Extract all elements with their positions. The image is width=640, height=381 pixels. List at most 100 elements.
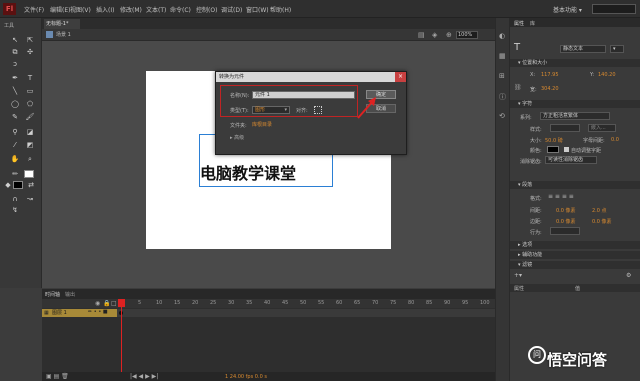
pen-tool-icon[interactable]: ✒ <box>10 74 20 83</box>
bone-tool-icon[interactable]: ⚲ <box>10 128 20 137</box>
stroke-color-icon[interactable]: ✏ <box>10 170 20 179</box>
frames-row[interactable] <box>117 309 495 317</box>
frame-number: 35 <box>246 300 253 306</box>
menu-item-5[interactable]: 文本(T) <box>146 5 166 14</box>
document-tab[interactable]: 无标题-1* <box>44 19 80 29</box>
behavior-select[interactable] <box>550 227 580 235</box>
tab-output[interactable]: 输出 <box>65 291 75 298</box>
text-type-select[interactable]: 静态文本 <box>560 45 606 53</box>
x-value[interactable]: 117.95 <box>541 72 559 78</box>
snap-icon[interactable]: ∩ <box>10 195 20 204</box>
new-layer-icon[interactable]: ▣ ▤ 🗑 <box>46 373 69 380</box>
edit-scene-icon[interactable]: ▤ <box>418 31 425 39</box>
tab-properties[interactable]: 属性 <box>514 20 524 27</box>
width-value[interactable]: 304.20 <box>541 86 559 92</box>
paint-bucket-tool-icon[interactable]: ◪ <box>25 128 35 137</box>
options-section-header[interactable]: ▸ 选项 <box>510 241 640 249</box>
zoom-select[interactable]: 100% <box>456 31 478 39</box>
filters-section-header[interactable]: ▾ 滤镜 <box>510 261 640 269</box>
outline-icon[interactable]: □ <box>111 300 117 307</box>
subselection-tool-icon[interactable]: ⇱ <box>25 36 35 45</box>
transform-panel-icon[interactable]: ⟲ <box>499 112 505 120</box>
margin-value-1[interactable]: 0.0 像素 <box>556 218 576 225</box>
type-select[interactable]: 图形 ▾ <box>252 106 290 114</box>
font-style-select[interactable] <box>550 124 580 132</box>
hand-tool-icon[interactable]: ✋ <box>10 155 20 164</box>
gap-value-2[interactable]: 2.0 点 <box>592 207 607 214</box>
stage-text[interactable]: 电脑教学课堂 <box>200 160 296 184</box>
3d-rotation-tool-icon[interactable]: ✣ <box>25 48 35 57</box>
menu-item-2[interactable]: 视图(V) <box>70 5 91 14</box>
menu-item-3[interactable]: 插入(I) <box>96 5 114 14</box>
menu-item-9[interactable]: 窗口(W) <box>246 5 269 14</box>
accessibility-section-header[interactable]: ▸ 辅助功能 <box>510 251 640 259</box>
y-value[interactable]: 140.20 <box>598 72 616 78</box>
name-input[interactable]: 元件 1 <box>252 91 355 99</box>
menu-item-8[interactable]: 调试(D) <box>221 5 242 14</box>
antialias-select[interactable]: 可读性消除锯齿 <box>545 156 597 164</box>
oval-tool-icon[interactable]: ◯ <box>10 100 20 109</box>
menu-item-4[interactable]: 修改(M) <box>120 5 142 14</box>
lock-icon[interactable]: 🔒 <box>103 300 110 307</box>
add-filter-icon[interactable]: +▾ <box>514 272 522 279</box>
registration-grid[interactable] <box>314 106 322 114</box>
menu-item-10[interactable]: 帮助(H) <box>270 5 291 14</box>
link-icon[interactable]: ⛓ <box>514 84 522 91</box>
filter-prop-col: 属性 <box>514 286 525 292</box>
color-panel-icon[interactable]: ◐ <box>499 32 505 40</box>
autokern-checkbox[interactable] <box>564 147 569 152</box>
text-color-swatch[interactable] <box>547 146 559 153</box>
fill-color-icon[interactable]: ◆ <box>3 181 13 190</box>
search-input[interactable] <box>592 4 636 14</box>
selection-tool-icon[interactable]: ↖ <box>10 36 20 45</box>
straighten-icon[interactable]: ↯ <box>10 206 20 215</box>
swap-colors-icon[interactable]: ⇄ <box>26 181 36 190</box>
gear-icon[interactable]: ⚙ <box>626 272 631 279</box>
playhead[interactable] <box>121 299 122 374</box>
gap-value-1[interactable]: 0.0 像素 <box>556 207 576 214</box>
letter-spacing-value[interactable]: 0.0 <box>611 137 619 143</box>
menu-item-1[interactable]: 编辑(E) <box>50 5 70 14</box>
brush-tool-icon[interactable]: 🖌 <box>25 113 35 122</box>
fill-color-swatch[interactable] <box>13 181 23 189</box>
free-transform-tool-icon[interactable]: ⧉ <box>10 48 20 57</box>
playback-controls[interactable]: |◀ ◀ ▶ ▶| <box>130 373 158 380</box>
tab-library[interactable]: 库 <box>530 20 535 27</box>
eye-icon[interactable]: ◉ <box>95 300 100 307</box>
text-tool-icon[interactable]: T <box>25 74 35 83</box>
paragraph-section-header[interactable]: ▾ 段落 <box>510 181 640 189</box>
scene-label[interactable]: 场景 1 <box>56 31 71 38</box>
letter-spacing-label: 字母间距: <box>583 138 605 144</box>
folder-link[interactable]: 库根目录 <box>252 121 272 128</box>
menu-item-6[interactable]: 命令(C) <box>170 5 191 14</box>
workspace-dropdown[interactable]: 基本功能 ▾ <box>553 5 582 14</box>
margin-value-2[interactable]: 0.0 像素 <box>592 218 612 225</box>
swatches-panel-icon[interactable]: ▦ <box>499 52 506 60</box>
edit-symbols-icon[interactable]: ◈ <box>432 31 437 39</box>
center-stage-icon[interactable]: ⊕ <box>446 31 452 39</box>
lasso-tool-icon[interactable]: ↄ <box>10 60 20 69</box>
polystar-tool-icon[interactable]: ⬠ <box>25 100 35 109</box>
position-section-header[interactable]: ▾ 位置和大小 <box>510 59 640 67</box>
embed-button[interactable]: 嵌入... <box>588 124 616 132</box>
zoom-tool-icon[interactable]: ⌕ <box>25 155 35 164</box>
stroke-color-swatch[interactable] <box>24 170 34 178</box>
menu-item-7[interactable]: 控制(O) <box>196 5 217 14</box>
tab-timeline[interactable]: 时间轴 <box>45 291 60 298</box>
line-tool-icon[interactable]: ╲ <box>10 87 20 96</box>
font-family-select[interactable]: 方正粗活意繁体 <box>540 112 610 120</box>
size-value[interactable]: 50.0 磅 <box>545 137 563 144</box>
close-icon[interactable]: × <box>395 72 406 82</box>
advanced-toggle[interactable]: ▸ 高级 <box>230 134 244 141</box>
smooth-icon[interactable]: ↝ <box>25 195 35 204</box>
eraser-tool-icon[interactable]: ◩ <box>25 141 35 150</box>
text-orient-select[interactable]: ▾ <box>610 45 624 53</box>
pencil-tool-icon[interactable]: ✎ <box>10 113 20 122</box>
eyedropper-tool-icon[interactable]: ⁄ <box>10 141 20 150</box>
character-section-header[interactable]: ▾ 字符 <box>510 100 640 108</box>
info-panel-icon[interactable]: ⓘ <box>499 92 506 102</box>
rectangle-tool-icon[interactable]: ▭ <box>25 87 35 96</box>
align-buttons[interactable]: ≡ ≡ ≡ ≡ <box>548 193 574 200</box>
align-panel-icon[interactable]: ⊞ <box>499 72 505 80</box>
menu-item-0[interactable]: 文件(F) <box>24 5 44 14</box>
